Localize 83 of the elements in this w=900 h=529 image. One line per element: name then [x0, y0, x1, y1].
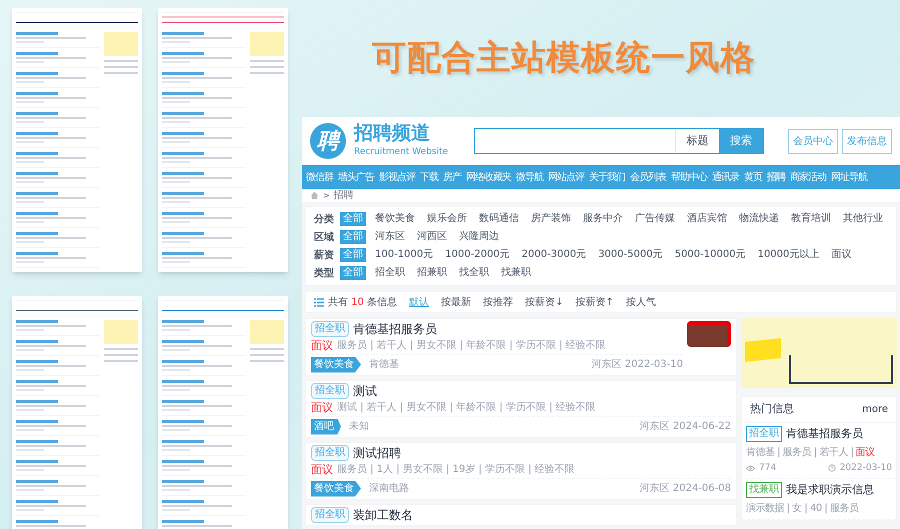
hot-item-title[interactable]: 我是求职演示信息 [786, 482, 874, 498]
filter-option[interactable]: 服务中介 [580, 212, 626, 226]
type-badge: 招全职 [746, 426, 782, 442]
clock-icon [828, 464, 836, 472]
hot-info-title: 热门信息 [750, 401, 794, 418]
filter-option[interactable]: 教育培训 [788, 212, 834, 226]
job-details: 服务员 | 若干人 | 男女不限 | 年龄不限 | 学历不限 | 经验不限 [337, 338, 606, 353]
filter-label: 分类 [314, 212, 334, 226]
salary-text: 面议 [856, 446, 875, 460]
filter-option[interactable]: 广告传媒 [632, 212, 678, 226]
filter-label: 薪资 [314, 248, 334, 262]
filter-option[interactable]: 河东区 [372, 230, 408, 244]
search-box[interactable]: 标题 搜索 [474, 128, 764, 154]
job-title[interactable]: 测试 [353, 384, 377, 398]
filter-option[interactable]: 2000-3000元 [518, 248, 590, 262]
filter-option[interactable]: 其他行业 [840, 212, 886, 226]
salary-text: 面议 [311, 400, 333, 414]
job-listing-card[interactable]: 招全职 装卸工数名 [305, 504, 737, 526]
job-title[interactable]: 测试招聘 [353, 446, 401, 460]
more-link[interactable]: more [862, 402, 888, 417]
view-count: 774 [759, 462, 776, 474]
home-icon[interactable] [310, 191, 319, 200]
list-icon [314, 298, 324, 306]
salary-text: 面议 [311, 338, 333, 352]
hot-item-title[interactable]: 肯德基招服务员 [786, 426, 863, 442]
category-tag: 酒吧 [311, 418, 341, 434]
site-subtitle: Recruitment Website [354, 146, 450, 160]
job-title[interactable]: 装卸工数名 [353, 508, 413, 522]
job-title[interactable]: 肯德基招服务员 [353, 322, 437, 336]
company-name: 未知 [349, 420, 369, 434]
job-type-badge: 招全职 [311, 445, 349, 461]
site-title: 招聘频道 [354, 122, 431, 146]
breadcrumb-current: 招聘 [334, 188, 354, 203]
hot-item-meta: 肯德基 | 服务员 | 若干人 | [746, 446, 854, 460]
sort-tab[interactable]: 按人气 [626, 294, 656, 310]
job-listing-card[interactable]: 招全职 测试 面议 测试 | 若干人 | 男女不限 | 年龄不限 | 学历不限 | 经验不限 酒吧 未知 河东区 2024-06-22 [305, 380, 737, 438]
type-badge: 找兼职 [746, 482, 782, 498]
filter-option[interactable]: 1000-2000元 [442, 248, 513, 262]
filter-option[interactable]: 3000-5000元 [595, 248, 666, 262]
logo-badge: 聘 [310, 123, 346, 159]
area-date: 河东区 2024-06-08 [640, 482, 731, 496]
result-count: 共有 10 条信息 [328, 296, 398, 310]
filter-option[interactable]: 河西区 [414, 230, 450, 244]
filter-option[interactable]: 10000元以上 [754, 248, 822, 262]
filter-option[interactable]: 100-1000元 [372, 248, 436, 262]
sort-tab[interactable]: 按薪资↓ [525, 294, 564, 310]
job-listing-card[interactable]: 招全职 测试招聘 面议 服务员 | 1人 | 男女不限 | 19岁 | 学历不限 | 经验不限 餐饮美食 深南电路 河东区 2024-06-08 [305, 442, 737, 500]
job-type-badge: 招全职 [311, 383, 349, 399]
filter-option[interactable]: 找全职 [456, 266, 492, 280]
post-date: 2022-03-10 [840, 462, 892, 474]
sort-tab[interactable]: 按薪资↑ [576, 294, 614, 310]
filter-option[interactable]: 5000-10000元 [672, 248, 749, 262]
headline: 可配合主站模板统一风格 [372, 37, 756, 80]
breadcrumb-separator: > [323, 190, 330, 202]
filter-option[interactable]: 房产装饰 [528, 212, 574, 226]
filter-option[interactable]: 面议 [828, 248, 854, 262]
category-tag: 餐饮美食 [311, 480, 361, 496]
job-listing-card[interactable]: 招全职 肯德基招服务员 面议 服务员 | 若干人 | 男女不限 | 年龄不限 | 学历不限 | 经验不限 餐饮美食 肯德基 河东区 2022-03-10 [305, 318, 737, 376]
job-type-badge: 招全职 [311, 507, 349, 523]
filter-option[interactable]: 招全职 [372, 266, 408, 280]
filter-option[interactable]: 娱乐会所 [424, 212, 470, 226]
job-details: 测试 | 若干人 | 男女不限 | 年龄不限 | 学历不限 | 经验不限 [337, 400, 596, 415]
eye-icon [746, 464, 755, 472]
hot-item-meta: 演示数据 | 女 | 40 | 服务员 [746, 502, 858, 516]
filter-option[interactable]: 数码通信 [476, 212, 522, 226]
filter-option[interactable]: 餐饮美食 [372, 212, 418, 226]
job-details: 服务员 | 1人 | 男女不限 | 19岁 | 学历不限 | 经验不限 [337, 462, 575, 477]
company-name: 肯德基 [369, 358, 399, 372]
filter-option[interactable]: 找兼职 [498, 266, 534, 280]
salary-text: 面议 [311, 462, 333, 476]
filter-label: 区域 [314, 230, 334, 244]
sort-tab[interactable]: 按最新 [441, 294, 472, 310]
filter-option[interactable]: 物流快递 [736, 212, 782, 226]
filter-option[interactable]: 兴隆周边 [456, 230, 502, 244]
filter-option[interactable]: 酒店宾馆 [684, 212, 730, 226]
company-name: 深南电路 [369, 482, 409, 496]
sort-tab[interactable]: 按推荐 [483, 294, 514, 310]
filter-label: 类型 [314, 266, 334, 280]
category-tag: 餐饮美食 [311, 356, 361, 372]
filter-option[interactable]: 招兼职 [414, 266, 450, 280]
job-type-badge: 招全职 [311, 321, 349, 337]
area-date: 河东区 2022-03-10 [592, 358, 683, 372]
area-date: 河东区 2024-06-22 [640, 420, 731, 434]
